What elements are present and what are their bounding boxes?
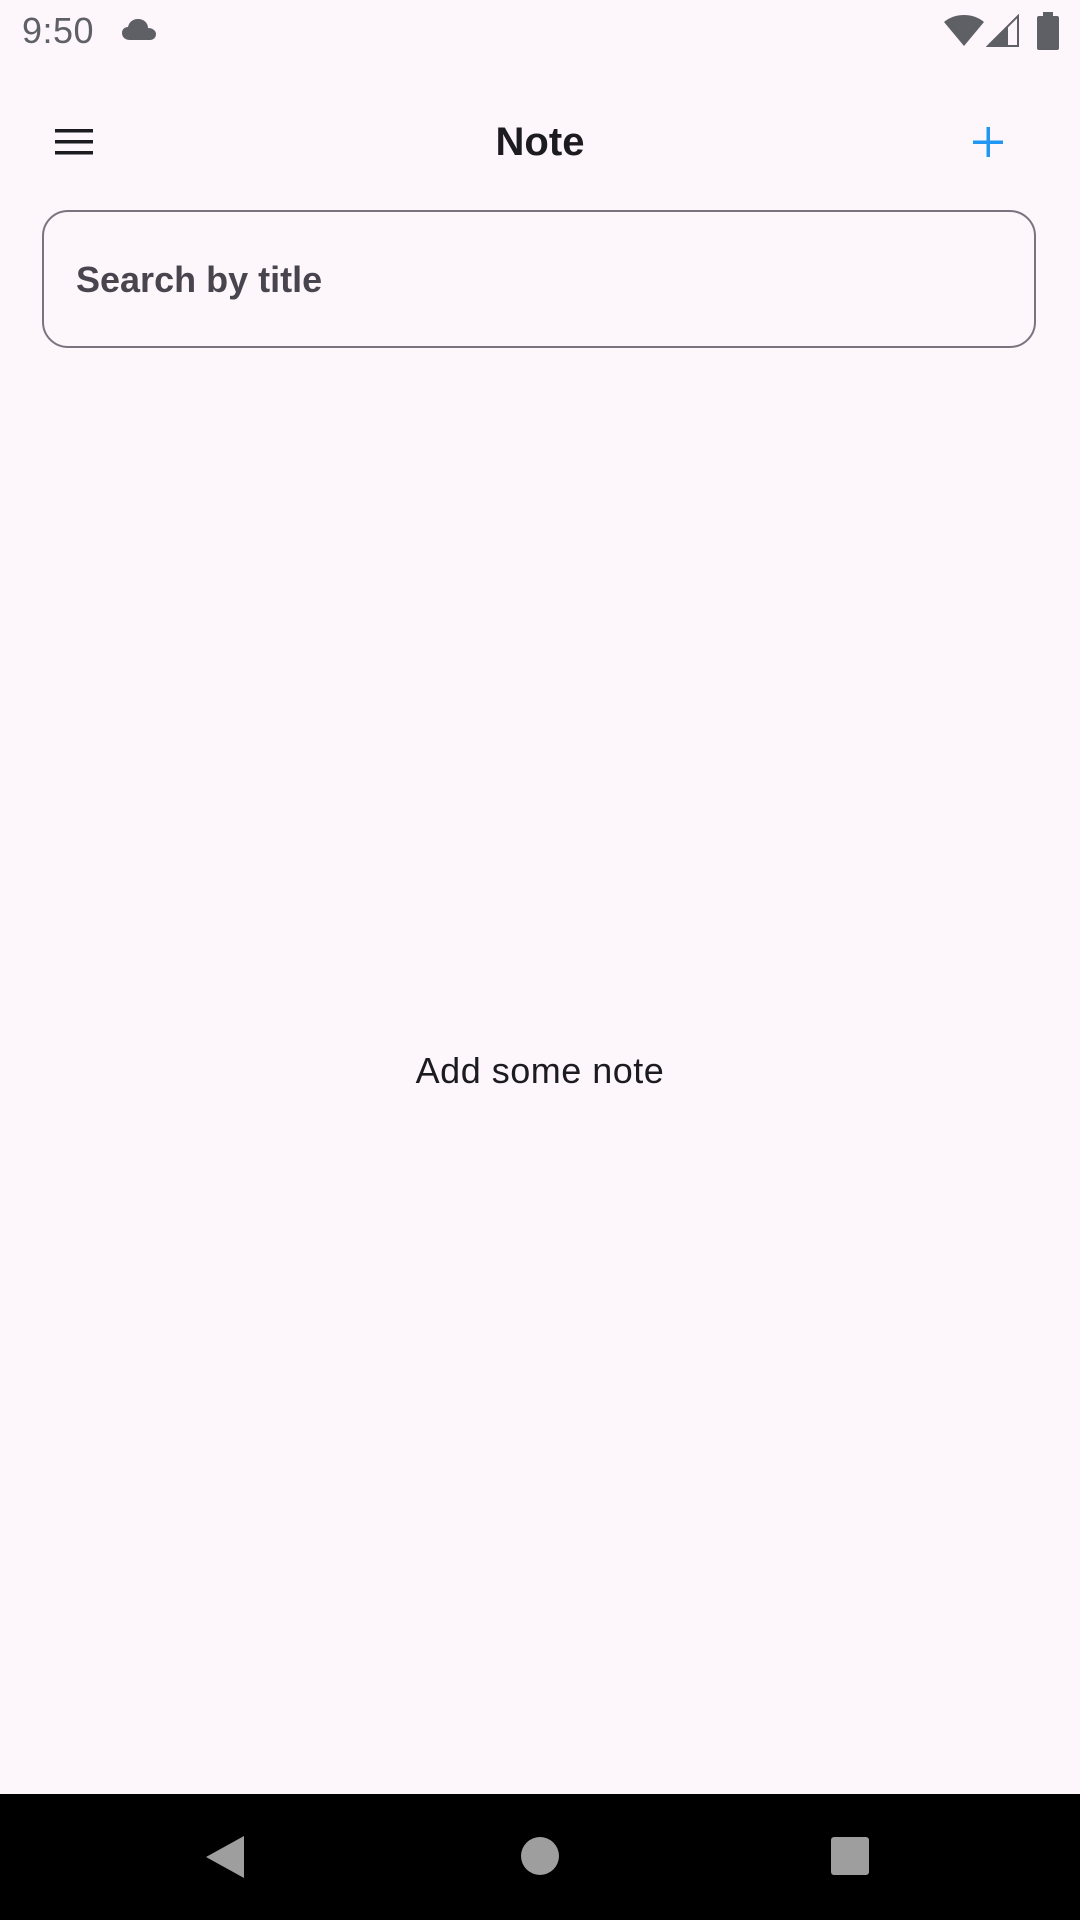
empty-state-message: Add some note	[415, 1050, 665, 1091]
system-nav-bar	[0, 1794, 1080, 1920]
cloud-icon	[122, 19, 156, 40]
recents-square-icon[interactable]	[830, 1836, 870, 1876]
back-triangle-icon[interactable]	[204, 1834, 246, 1880]
status-bar: 9:50	[0, 0, 1080, 64]
app-bar: Note	[0, 64, 1080, 210]
search-field[interactable]	[42, 210, 1036, 348]
plus-icon	[973, 127, 1003, 157]
wifi-icon	[944, 15, 984, 46]
battery-icon	[1037, 12, 1059, 50]
signal-icon	[986, 14, 1019, 47]
home-circle-icon[interactable]	[520, 1836, 560, 1876]
page-title: Note	[495, 120, 585, 164]
search-input[interactable]	[74, 212, 1008, 348]
status-time: 9:50	[22, 10, 95, 51]
add-note-button[interactable]	[956, 110, 1020, 174]
